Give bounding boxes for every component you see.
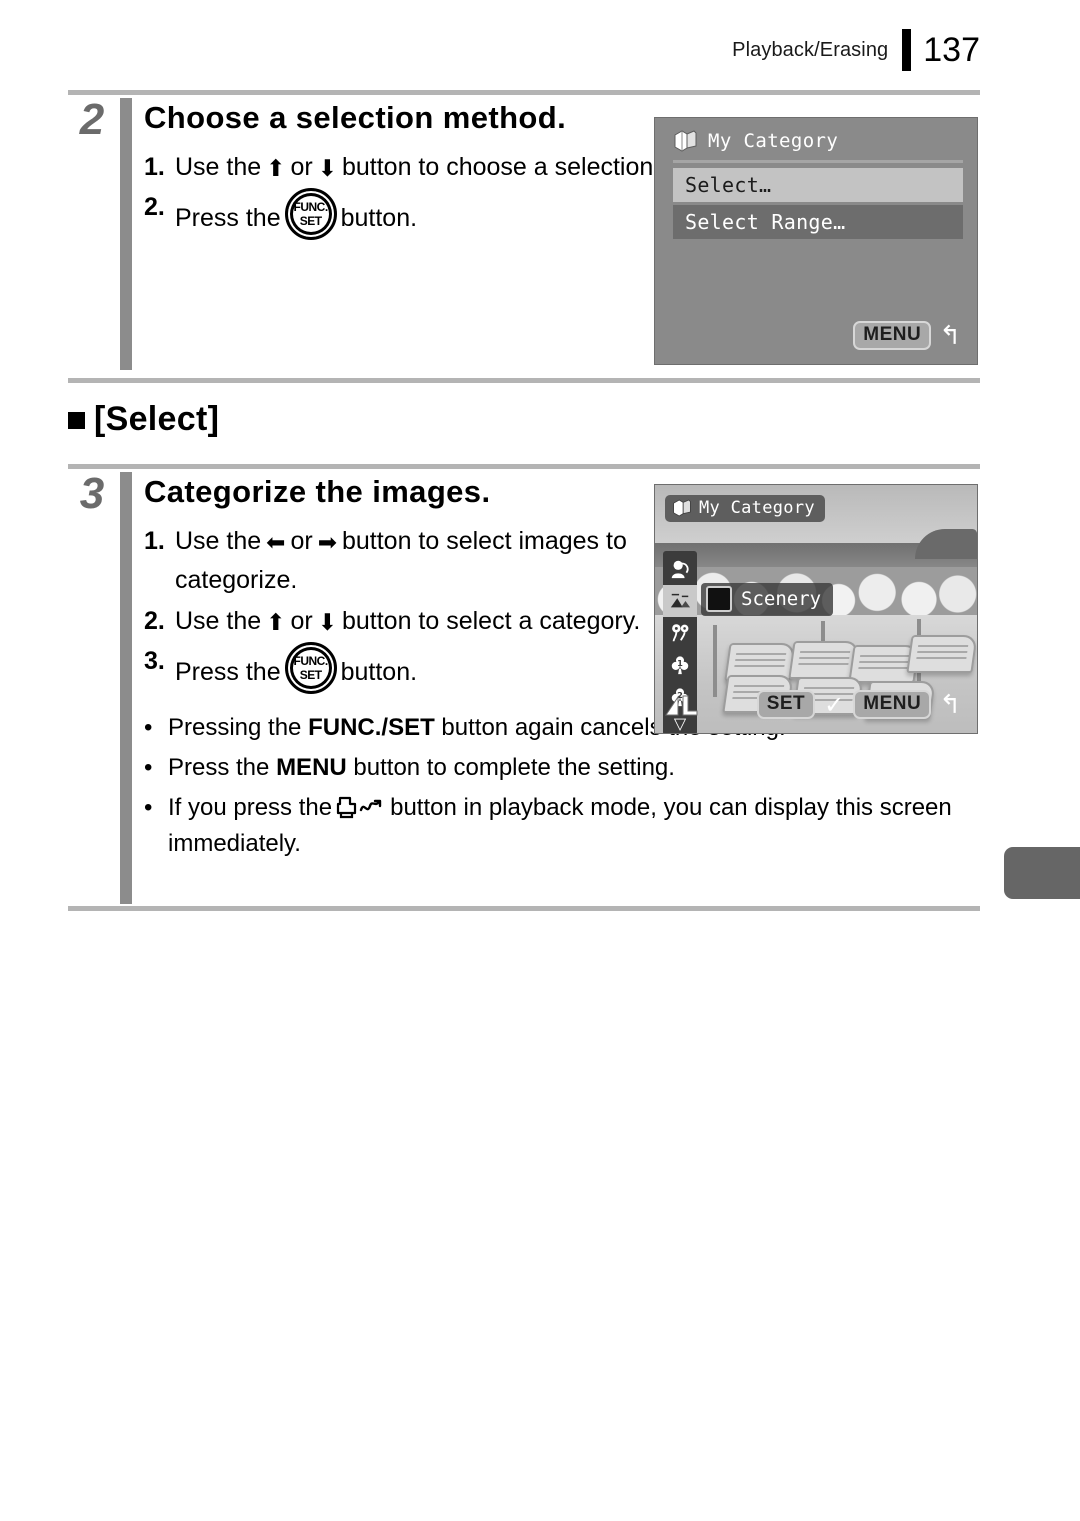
arrow-up-icon: ⬆ [266,609,286,636]
instruction-conjunction: or [290,606,313,635]
instruction-marker: 2. [144,606,165,635]
note-text-before: Pressing the [168,714,302,742]
func-set-button-icon: FUNC. SET [284,642,337,695]
category-people-icon[interactable] [663,553,697,585]
page-header: Playback/Erasing 137 [732,28,980,72]
instruction-item: 1. Use the ⬅ or ➡ button to select images to… [144,522,654,601]
instruction-marker: 2. [144,193,165,222]
category-events-icon[interactable] [663,617,697,649]
note-text-before: If you press the [168,794,333,822]
func-set-button-icon: FUNC. SET [284,188,337,241]
camera-screen-categorize-image: My Category 1 2 ▽ Scenery SET ✓ MENU ↰ [654,484,978,734]
my-category-icon [673,130,698,152]
set-label: SET [299,668,322,683]
instruction-marker: 1. [144,526,165,555]
return-arrow-icon: ↰ [939,689,961,720]
step-number: 2 [79,95,105,144]
instruction-item: 2. Use the ⬆ or ⬇ button to select a categor… [144,602,654,642]
screen-title-separator [673,160,963,163]
note-text: If you press the button in playback mode,… [168,790,1024,862]
photo-lounger [906,635,977,673]
category-checkbox[interactable] [706,586,732,612]
instruction-item: 3. Press the FUNC. SET button. [144,642,654,695]
bullet-dot-icon: • [144,754,153,782]
instruction-text-before: Use the [175,526,262,555]
menu-button[interactable]: MENU [853,321,932,350]
photo-my-category-badge: My Category [665,495,825,522]
my-category-icon [672,499,692,517]
screen-bottom-bar: MENU ↰ [853,321,961,350]
instruction-text-before: Press the [175,658,281,687]
rule-before-step3 [68,464,980,469]
menu-button[interactable]: MENU [853,690,932,719]
photo-umbrella-pole [713,625,717,697]
arrow-up-icon: ⬆ [266,155,286,182]
header-divider [902,29,912,71]
menu-option-select-range[interactable]: Select Range… [673,205,963,239]
instruction-text-after: button to select a category. [341,606,641,635]
instruction-conjunction: or [290,526,313,555]
step-instructions: 1. Use the ⬅ or ➡ button to select images to… [144,522,654,695]
rule-top [68,90,980,95]
set-label: SET [299,214,322,229]
instruction-text: Use the ⬅ or ➡ button to select images to ca… [175,522,654,601]
instruction-text: Use the ⬆ or ⬇ button to select a category. [175,602,654,642]
note-text: Press the MENU button to complete the se… [168,750,1024,786]
return-arrow-icon: ↰ [939,320,961,351]
note-text-after: button to complete the setting. [353,754,675,782]
screen-bottom-bar: SET ✓ MENU ↰ [756,689,961,720]
category-scenery-icon[interactable] [663,585,697,617]
bullet-dot-icon: • [144,714,153,742]
svg-text:1: 1 [677,658,683,668]
photo-badge-label: My Category [699,498,815,518]
arrow-down-icon: ⬇ [317,609,337,636]
screen-title-label: My Category [708,130,839,152]
step-accent-bar [120,98,132,370]
square-bullet-icon [68,412,85,429]
camera-screen-my-category-menu: My Category Select… Select Range… MENU ↰ [654,117,978,365]
instruction-text-before: Press the [175,204,281,233]
menu-option-label: Select… [685,173,772,197]
note-item: • If you press the button in playback mod… [144,790,1024,862]
arrow-down-icon: ⬇ [317,155,337,182]
page-number: 137 [923,31,980,69]
note-item: • Press the MENU button to complete the … [144,750,1024,786]
menu-option-select[interactable]: Select… [673,168,963,202]
chapter-thumb-tab [1004,847,1080,899]
note-keyword: FUNC./SET [308,714,435,742]
rule-bottom [68,906,980,911]
arrow-right-icon: ➡ [317,529,337,556]
note-text-before: Press the [168,754,270,782]
bullet-dot-icon: • [144,794,153,822]
step-number: 3 [79,469,105,518]
note-keyword: MENU [276,754,347,782]
instruction-text-after: button. [340,204,418,233]
header-section-title: Playback/Erasing [732,38,889,61]
set-button[interactable]: SET [756,690,816,719]
section-heading-select: [Select] [68,400,219,439]
screen-title-bar: My Category [655,118,977,158]
arrow-left-icon: ⬅ [266,529,286,556]
check-icon: ✓ [824,690,845,719]
print-share-button-icon [334,794,388,820]
selected-category-label[interactable]: Scenery [701,583,834,616]
instruction-conjunction: or [290,152,313,181]
instruction-text-before: Use the [175,152,262,181]
step-accent-bar [120,472,132,904]
image-quality-badge [663,691,705,723]
menu-option-label: Select Range… [685,210,846,234]
rule-after-step2 [68,378,980,383]
instruction-text-after: button. [340,658,418,687]
instruction-text-before: Use the [175,606,262,635]
section-heading-label: [Select] [94,400,220,438]
instruction-marker: 1. [144,152,165,181]
category-label-text: Scenery [741,588,822,610]
instruction-marker: 3. [144,647,165,676]
category-1-icon[interactable]: 1 [663,649,697,681]
instruction-text: Press the FUNC. SET button. [175,642,654,695]
